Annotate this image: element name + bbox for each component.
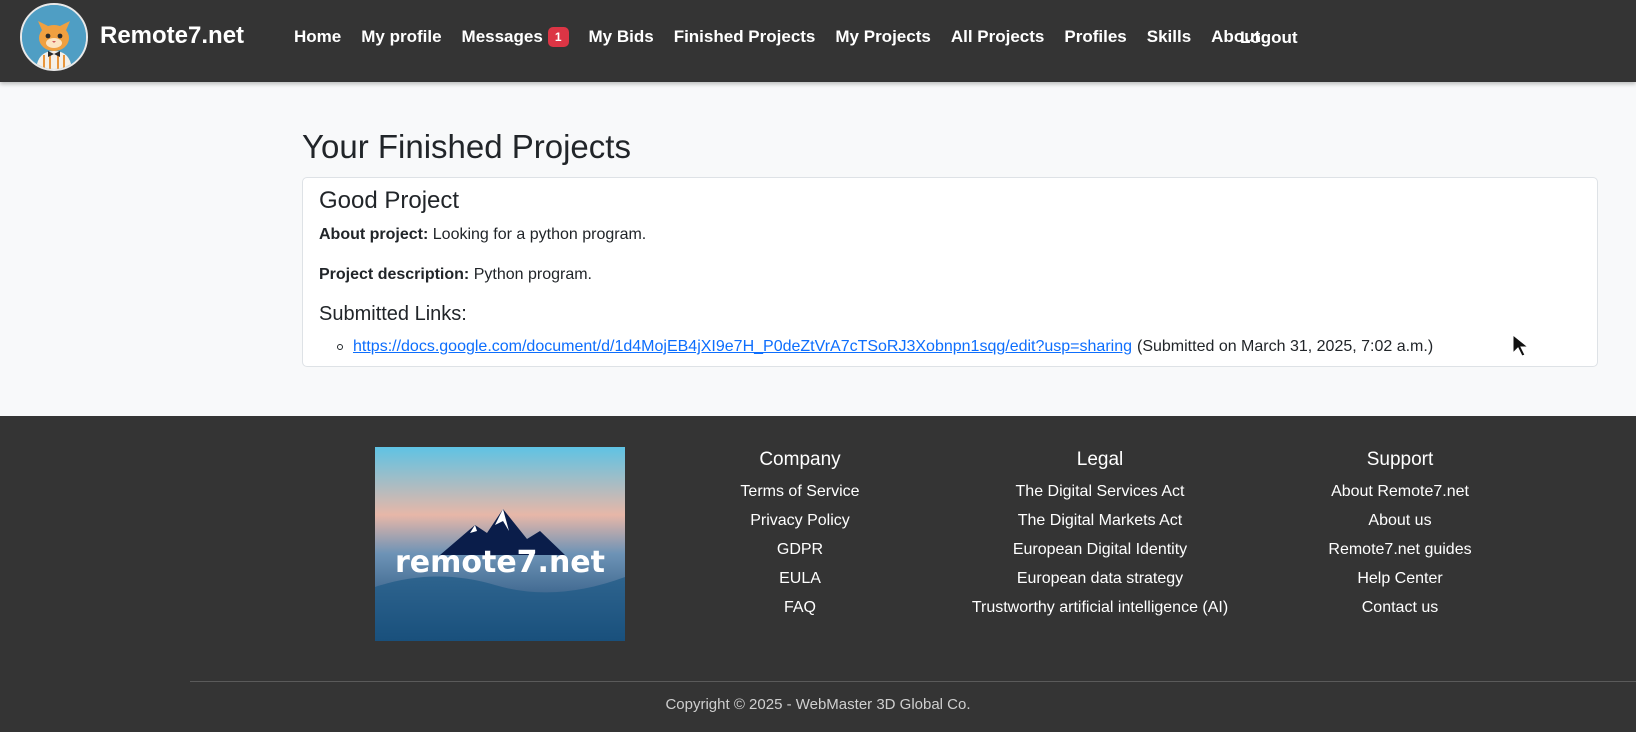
top-navbar: Remote7.net Home My profile Messages 1 My…	[0, 0, 1636, 82]
footer-support-heading: Support	[1366, 449, 1434, 470]
submitted-links-heading: Submitted Links:	[319, 303, 467, 325]
footer-link-terms[interactable]: Terms of Service	[640, 482, 960, 511]
nav-messages[interactable]: Messages 1	[462, 27, 569, 47]
nav-my-profile[interactable]: My profile	[361, 27, 441, 47]
footer-link-contact-us[interactable]: Contact us	[1240, 598, 1560, 627]
site-footer: remote7.net Company Terms of Service Pri…	[0, 416, 1636, 732]
footer-legal-column: Legal The Digital Services Act The Digit…	[940, 448, 1260, 627]
footer-link-about-us[interactable]: About us	[1240, 511, 1560, 540]
nav-my-profile-label: My profile	[361, 27, 442, 46]
mountain-logo-icon	[375, 447, 625, 641]
footer-legal-heading: Legal	[1076, 449, 1124, 470]
nav-all-projects[interactable]: All Projects	[951, 27, 1045, 47]
nav-profiles-label: Profiles	[1064, 27, 1127, 46]
project-card: Good Project About project: Looking for …	[302, 177, 1598, 367]
messages-count-badge: 1	[547, 27, 569, 47]
footer-support-column: Support About Remote7.net About us Remot…	[1240, 448, 1560, 627]
footer-company-column: Company Terms of Service Privacy Policy …	[640, 448, 960, 627]
project-name: Good Project	[319, 187, 460, 214]
footer-link-faq[interactable]: FAQ	[640, 598, 960, 627]
footer-logo-text: remote7.net	[394, 545, 605, 580]
nav-messages-label: Messages	[461, 27, 543, 46]
nav-my-bids[interactable]: My Bids	[589, 27, 654, 47]
nav-my-bids-label: My Bids	[588, 27, 654, 46]
project-description-row: Project description: Python program.	[319, 266, 592, 284]
footer-link-eula[interactable]: EULA	[640, 569, 960, 598]
submitted-timestamp: (Submitted on March 31, 2025, 7:02 a.m.)	[1137, 338, 1434, 355]
footer-link-digital-services-act[interactable]: The Digital Services Act	[940, 482, 1260, 511]
logout-button[interactable]: Logout	[1240, 28, 1298, 48]
about-project-row: About project: Looking for a python prog…	[319, 226, 646, 244]
nav-skills[interactable]: Skills	[1147, 27, 1191, 47]
brand-name[interactable]: Remote7.net	[100, 22, 244, 50]
footer-link-digital-identity[interactable]: European Digital Identity	[940, 540, 1260, 569]
nav-home-label: Home	[294, 27, 342, 46]
footer-link-digital-markets-act[interactable]: The Digital Markets Act	[940, 511, 1260, 540]
nav-skills-label: Skills	[1146, 27, 1192, 46]
nav-my-projects[interactable]: My Projects	[835, 27, 930, 47]
footer-link-about-remote7[interactable]: About Remote7.net	[1240, 482, 1560, 511]
submitted-link[interactable]: https://docs.google.com/document/d/1d4Mo…	[353, 338, 1132, 356]
list-bullet	[337, 344, 343, 350]
footer-link-help-center[interactable]: Help Center	[1240, 569, 1560, 598]
nav-my-projects-label: My Projects	[835, 27, 931, 46]
submitted-link-item: https://docs.google.com/document/d/1d4Mo…	[337, 338, 1433, 356]
nav-finished-projects-label: Finished Projects	[673, 27, 816, 46]
about-project-label: About project:	[319, 226, 429, 243]
footer-company-heading: Company	[759, 449, 841, 470]
about-project-value: Looking for a python program.	[432, 226, 647, 243]
footer-link-gdpr[interactable]: GDPR	[640, 540, 960, 569]
copyright-text: Copyright © 2025 - WebMaster 3D Global C…	[665, 696, 971, 713]
nav-links: Home My profile Messages 1 My Bids Finish…	[294, 25, 1280, 49]
nav-profiles[interactable]: Profiles	[1064, 27, 1126, 47]
nav-home[interactable]: Home	[294, 27, 341, 47]
cat-logo-icon[interactable]	[20, 3, 88, 71]
footer-link-data-strategy[interactable]: European data strategy	[940, 569, 1260, 598]
footer-logo: remote7.net	[375, 447, 625, 641]
footer-link-privacy[interactable]: Privacy Policy	[640, 511, 960, 540]
page-title: Your Finished Projects	[302, 128, 631, 165]
footer-link-guides[interactable]: Remote7.net guides	[1240, 540, 1560, 569]
mouse-cursor-icon	[1512, 334, 1530, 357]
project-description-value: Python program.	[473, 266, 592, 283]
footer-link-trustworthy-ai[interactable]: Trustworthy artificial intelligence (AI)	[940, 598, 1260, 627]
nav-all-projects-label: All Projects	[950, 27, 1045, 46]
project-description-label: Project description:	[319, 266, 470, 283]
nav-finished-projects[interactable]: Finished Projects	[674, 27, 816, 47]
footer-divider	[190, 681, 1636, 682]
